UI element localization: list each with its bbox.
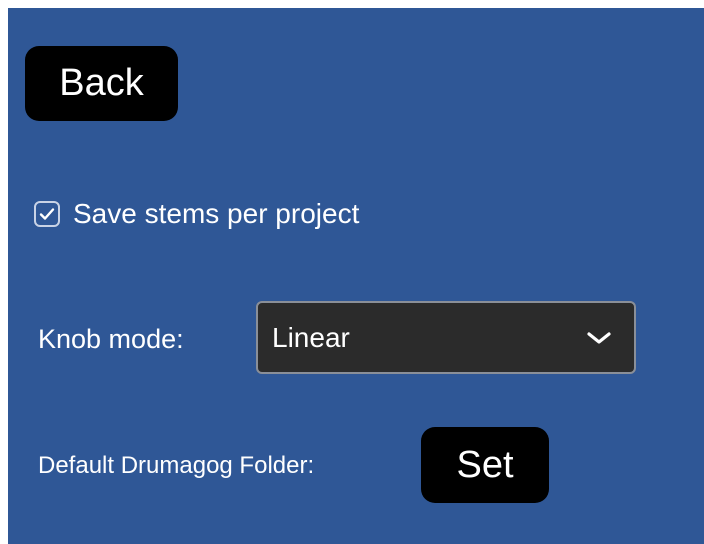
check-icon	[39, 208, 55, 220]
save-stems-label: Save stems per project	[73, 198, 360, 229]
default-folder-label: Default Drumagog Folder:	[38, 452, 315, 479]
save-stems-row[interactable]: Save stems per project	[34, 194, 359, 234]
set-folder-button-label: Set	[456, 443, 514, 486]
settings-panel: Back Save stems per project Knob mode: L…	[8, 8, 704, 544]
back-button-label: Back	[59, 62, 144, 104]
chevron-down-icon	[587, 331, 611, 344]
knob-mode-select[interactable]: Linear	[256, 301, 636, 374]
set-folder-button[interactable]: Set	[421, 427, 549, 503]
knob-mode-label: Knob mode:	[38, 324, 184, 354]
back-button[interactable]: Back	[25, 46, 178, 121]
knob-mode-value: Linear	[272, 321, 350, 353]
save-stems-checkbox[interactable]	[34, 201, 60, 227]
